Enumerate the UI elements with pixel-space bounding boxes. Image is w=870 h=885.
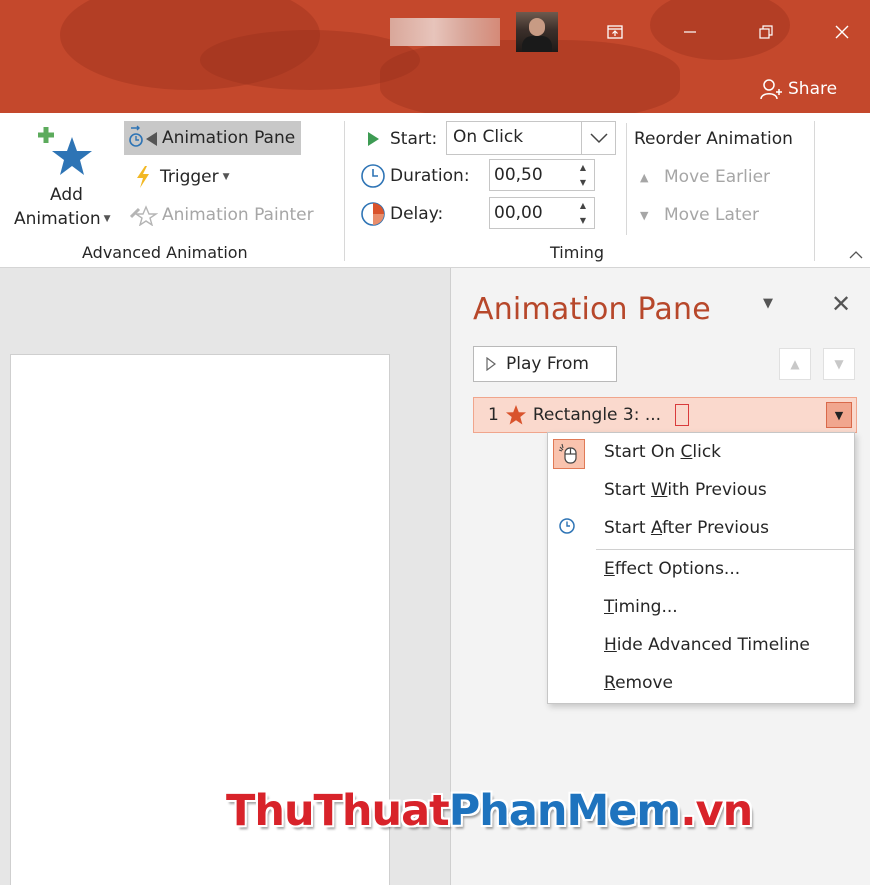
- add-animation-label-line1: Add: [50, 185, 83, 205]
- animation-pane-label: Animation Pane: [162, 128, 296, 148]
- triangle-up-icon: ▲: [640, 170, 649, 184]
- group-separator: [344, 121, 345, 261]
- group-separator: [814, 121, 815, 261]
- timing-group-label: Timing: [550, 243, 605, 262]
- clock-icon: [361, 164, 385, 188]
- share-label: Share: [788, 79, 838, 99]
- delay-stepper[interactable]: 00,00 ▲ ▼: [489, 197, 595, 229]
- delay-label-group: Delay:: [360, 198, 443, 230]
- lightning-icon: [137, 166, 149, 188]
- stepper-up-icon[interactable]: ▲: [572, 198, 594, 213]
- add-animation-star-icon: [38, 127, 92, 175]
- share-button[interactable]: Share: [760, 74, 837, 104]
- stepper-down-icon[interactable]: ▼: [572, 213, 594, 228]
- move-up-button[interactable]: ▲: [779, 348, 811, 380]
- play-from-button[interactable]: Play From: [473, 346, 617, 382]
- menu-item-start-on-click[interactable]: Start On Click: [604, 442, 721, 462]
- move-later-button[interactable]: ▼ Move Later: [640, 199, 759, 231]
- move-down-button[interactable]: ▼: [823, 348, 855, 380]
- delay-value: 00,00: [494, 203, 543, 223]
- add-animation-label-line2: Animation: [14, 209, 101, 229]
- start-label-group: Start:: [366, 123, 437, 155]
- move-earlier-label: Move Earlier: [664, 167, 771, 187]
- ribbon: Add Animation ▼ Animation Pane Trigger ▼…: [0, 113, 870, 268]
- item-dropdown-button[interactable]: ▼: [826, 402, 852, 428]
- context-menu: Start On Click Start With Previous Start…: [547, 432, 855, 704]
- menu-item-remove[interactable]: Remove: [604, 673, 673, 693]
- menu-item-hide-advanced-timeline[interactable]: Hide Advanced Timeline: [604, 635, 810, 655]
- watermark-part2: PhanMem: [448, 786, 682, 836]
- pane-title: Animation Pane: [473, 292, 711, 327]
- play-from-label: Play From: [506, 354, 589, 374]
- minimize-icon: [684, 31, 696, 33]
- restore-icon: [759, 25, 773, 39]
- ribbon-display-icon: [607, 25, 623, 39]
- duration-label-group: Duration:: [360, 160, 470, 192]
- play-icon: [368, 132, 379, 146]
- account-name-blurred: [390, 18, 500, 46]
- title-bar: Share: [0, 0, 870, 113]
- stepper-up-icon[interactable]: ▲: [572, 160, 594, 175]
- star-icon: [505, 405, 526, 425]
- animation-painter-label: Animation Painter: [162, 205, 314, 225]
- trigger-button[interactable]: Trigger ▼: [134, 161, 230, 193]
- stepper-arrows[interactable]: ▲ ▼: [572, 160, 594, 190]
- animation-pane-button[interactable]: Animation Pane: [124, 121, 302, 155]
- reorder-separator: [626, 123, 627, 235]
- animation-list-item[interactable]: 1 Rectangle 3: ... ▼: [473, 397, 857, 433]
- triangle-up-icon: ▲: [790, 357, 800, 371]
- start-label: Start:: [390, 129, 438, 149]
- menu-item-effect-options[interactable]: Effect Options...: [604, 559, 740, 579]
- menu-item-start-after-previous[interactable]: Start After Previous: [604, 518, 769, 538]
- chevron-down-icon: [589, 133, 608, 144]
- pane-options-icon[interactable]: ▼: [763, 296, 773, 311]
- dropdown-arrow-icon: ▼: [222, 172, 230, 182]
- move-later-label: Move Later: [664, 205, 759, 225]
- avatar[interactable]: [516, 12, 558, 52]
- add-person-icon: [760, 79, 782, 100]
- duration-stepper[interactable]: 00,50 ▲ ▼: [489, 159, 595, 191]
- menu-separator: [596, 549, 854, 550]
- restore-button[interactable]: [746, 14, 786, 50]
- duration-value: 00,50: [494, 165, 543, 185]
- stepper-arrows[interactable]: ▲ ▼: [572, 198, 594, 228]
- dropdown-arrow-icon: ▼: [103, 214, 111, 224]
- add-animation-button[interactable]: Add Animation ▼: [12, 121, 122, 236]
- timeline-bar: [675, 404, 690, 426]
- watermark-logo: ThuThuatPhanMem.vn: [226, 786, 753, 836]
- menu-item-timing[interactable]: Timing...: [604, 597, 678, 617]
- clock-icon: [559, 518, 575, 534]
- duration-label: Duration:: [390, 166, 470, 186]
- collapse-ribbon-icon[interactable]: [848, 250, 864, 260]
- play-icon: [486, 357, 496, 371]
- trigger-label: Trigger: [160, 167, 219, 187]
- dropdown-arrow-icon: ▼: [834, 408, 844, 422]
- watermark-part1: ThuThuat: [226, 786, 450, 836]
- close-icon: [835, 25, 849, 39]
- pane-close-icon[interactable]: ✕: [831, 290, 851, 318]
- triangle-down-icon: ▼: [640, 208, 649, 222]
- move-earlier-button[interactable]: ▲ Move Earlier: [640, 161, 770, 193]
- mouse-click-icon: [553, 439, 585, 469]
- advanced-animation-group-label: Advanced Animation: [82, 243, 248, 262]
- watermark-part3: .vn: [680, 786, 753, 836]
- stepper-down-icon[interactable]: ▼: [572, 175, 594, 190]
- animation-painter-button[interactable]: Animation Painter: [130, 199, 314, 231]
- delay-label: Delay:: [390, 204, 444, 224]
- start-select-value: On Click: [453, 127, 524, 147]
- animation-item-label: Rectangle 3: ...: [532, 405, 662, 425]
- animation-item-number: 1: [488, 405, 499, 425]
- start-select[interactable]: On Click: [446, 121, 616, 155]
- close-button[interactable]: [822, 14, 862, 50]
- menu-item-start-with-previous[interactable]: Start With Previous: [604, 480, 767, 500]
- animation-painter-icon: [130, 205, 158, 226]
- animation-pane-icon: [129, 125, 157, 147]
- minimize-button[interactable]: [670, 14, 710, 50]
- reorder-animation-label: Reorder Animation: [634, 129, 793, 149]
- ribbon-display-options-button[interactable]: [595, 14, 635, 50]
- delay-icon: [361, 202, 385, 226]
- triangle-down-icon: ▼: [834, 357, 844, 371]
